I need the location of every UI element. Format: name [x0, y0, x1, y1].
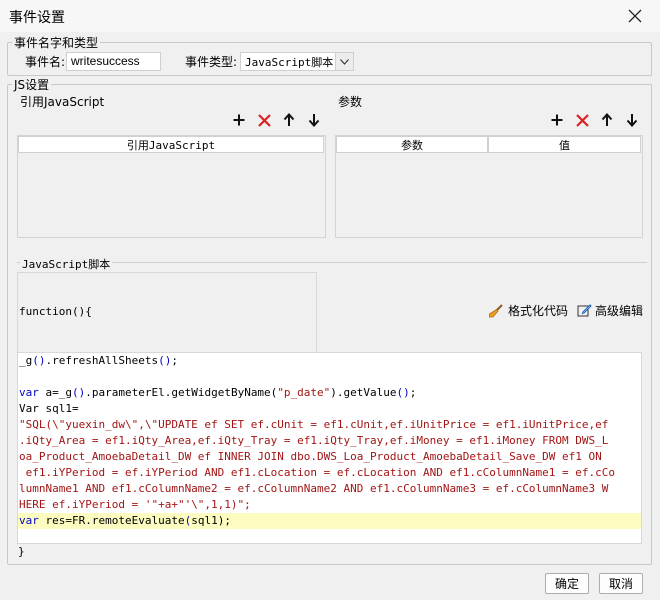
- edit-icon: [577, 304, 592, 317]
- code-line: ef1.iYPeriod = ef.iYPeriod AND ef1.cLoca…: [19, 466, 616, 479]
- code-line: Var sql1=: [19, 402, 79, 415]
- close-button[interactable]: [622, 4, 648, 28]
- js-group-legend: JS设置: [12, 76, 52, 93]
- close-icon: [628, 9, 642, 23]
- event-group-legend: 事件名字和类型: [12, 34, 101, 51]
- code-line: var a=_g().parameterEl.getWidgetByName("…: [19, 386, 417, 399]
- delete-x-icon: [575, 113, 589, 127]
- plus-icon: [551, 114, 563, 126]
- title-bar: [0, 0, 660, 32]
- plus-icon: [233, 114, 245, 126]
- function-header: function(){: [19, 305, 92, 318]
- param-column-header[interactable]: 参数: [336, 136, 488, 153]
- event-type-select[interactable]: JavaScript脚本: [240, 52, 354, 71]
- param-label: 参数: [338, 95, 363, 109]
- delete-x-icon: [257, 113, 271, 127]
- param-add-button[interactable]: [548, 111, 566, 129]
- param-move-up-button[interactable]: [598, 111, 616, 129]
- code-line: _g().refreshAllSheets();: [19, 354, 178, 367]
- format-code-button[interactable]: 格式化代码: [488, 302, 568, 319]
- broom-icon: [489, 303, 503, 317]
- format-code-label: 格式化代码: [508, 304, 569, 318]
- param-move-down-button[interactable]: [623, 111, 641, 129]
- ref-add-button[interactable]: [230, 111, 248, 129]
- code-line: oa_Product_AmoebaDetail_DW ef INNER JOIN…: [19, 450, 602, 463]
- closing-brace: }: [18, 545, 25, 558]
- code-line: .iQty_Area = ef1.iQty_Area,ef.iQty_Tray …: [19, 434, 609, 447]
- ref-move-down-button[interactable]: [305, 111, 323, 129]
- code-line: "SQL(\"yuexin_dw\",\"UPDATE ef SET ef.cU…: [19, 418, 609, 431]
- advanced-edit-label: 高级编辑: [595, 304, 644, 318]
- ref-delete-button[interactable]: [255, 111, 273, 129]
- ref-js-label: 引用JavaScript: [20, 95, 105, 109]
- value-column-header[interactable]: 值: [488, 136, 641, 153]
- ref-move-up-button[interactable]: [280, 111, 298, 129]
- code-line-highlighted: var res=FR.remoteEvaluate(sql1);: [18, 513, 641, 529]
- arrow-up-icon: [283, 113, 295, 126]
- event-type-value: JavaScript脚本: [245, 55, 334, 69]
- event-name-input[interactable]: writesuccess: [66, 52, 161, 71]
- chevron-down-icon: [340, 58, 349, 65]
- cancel-button[interactable]: 取消: [599, 573, 643, 594]
- window-title: 事件设置: [9, 10, 65, 26]
- event-type-label: 事件类型:: [185, 55, 238, 69]
- param-delete-button[interactable]: [573, 111, 591, 129]
- arrow-down-icon: [308, 114, 320, 127]
- code-editor[interactable]: _g().refreshAllSheets(); var a=_g().para…: [17, 352, 642, 544]
- code-line: HERE ef.iYPeriod = '"+a+"'\",1,1)";: [19, 498, 251, 511]
- script-label: JavaScript脚本: [20, 256, 113, 272]
- dropdown-arrow[interactable]: [335, 53, 353, 70]
- arrow-down-icon: [626, 114, 638, 127]
- advanced-edit-button[interactable]: 高级编辑: [577, 302, 643, 319]
- code-line: lumnName1 AND ef1.cColumnName2 = ef.cCol…: [19, 482, 609, 495]
- ok-button[interactable]: 确定: [545, 573, 589, 594]
- ref-js-column-header[interactable]: 引用JavaScript: [18, 136, 324, 153]
- event-name-label: 事件名:: [25, 55, 66, 69]
- arrow-up-icon: [601, 113, 613, 126]
